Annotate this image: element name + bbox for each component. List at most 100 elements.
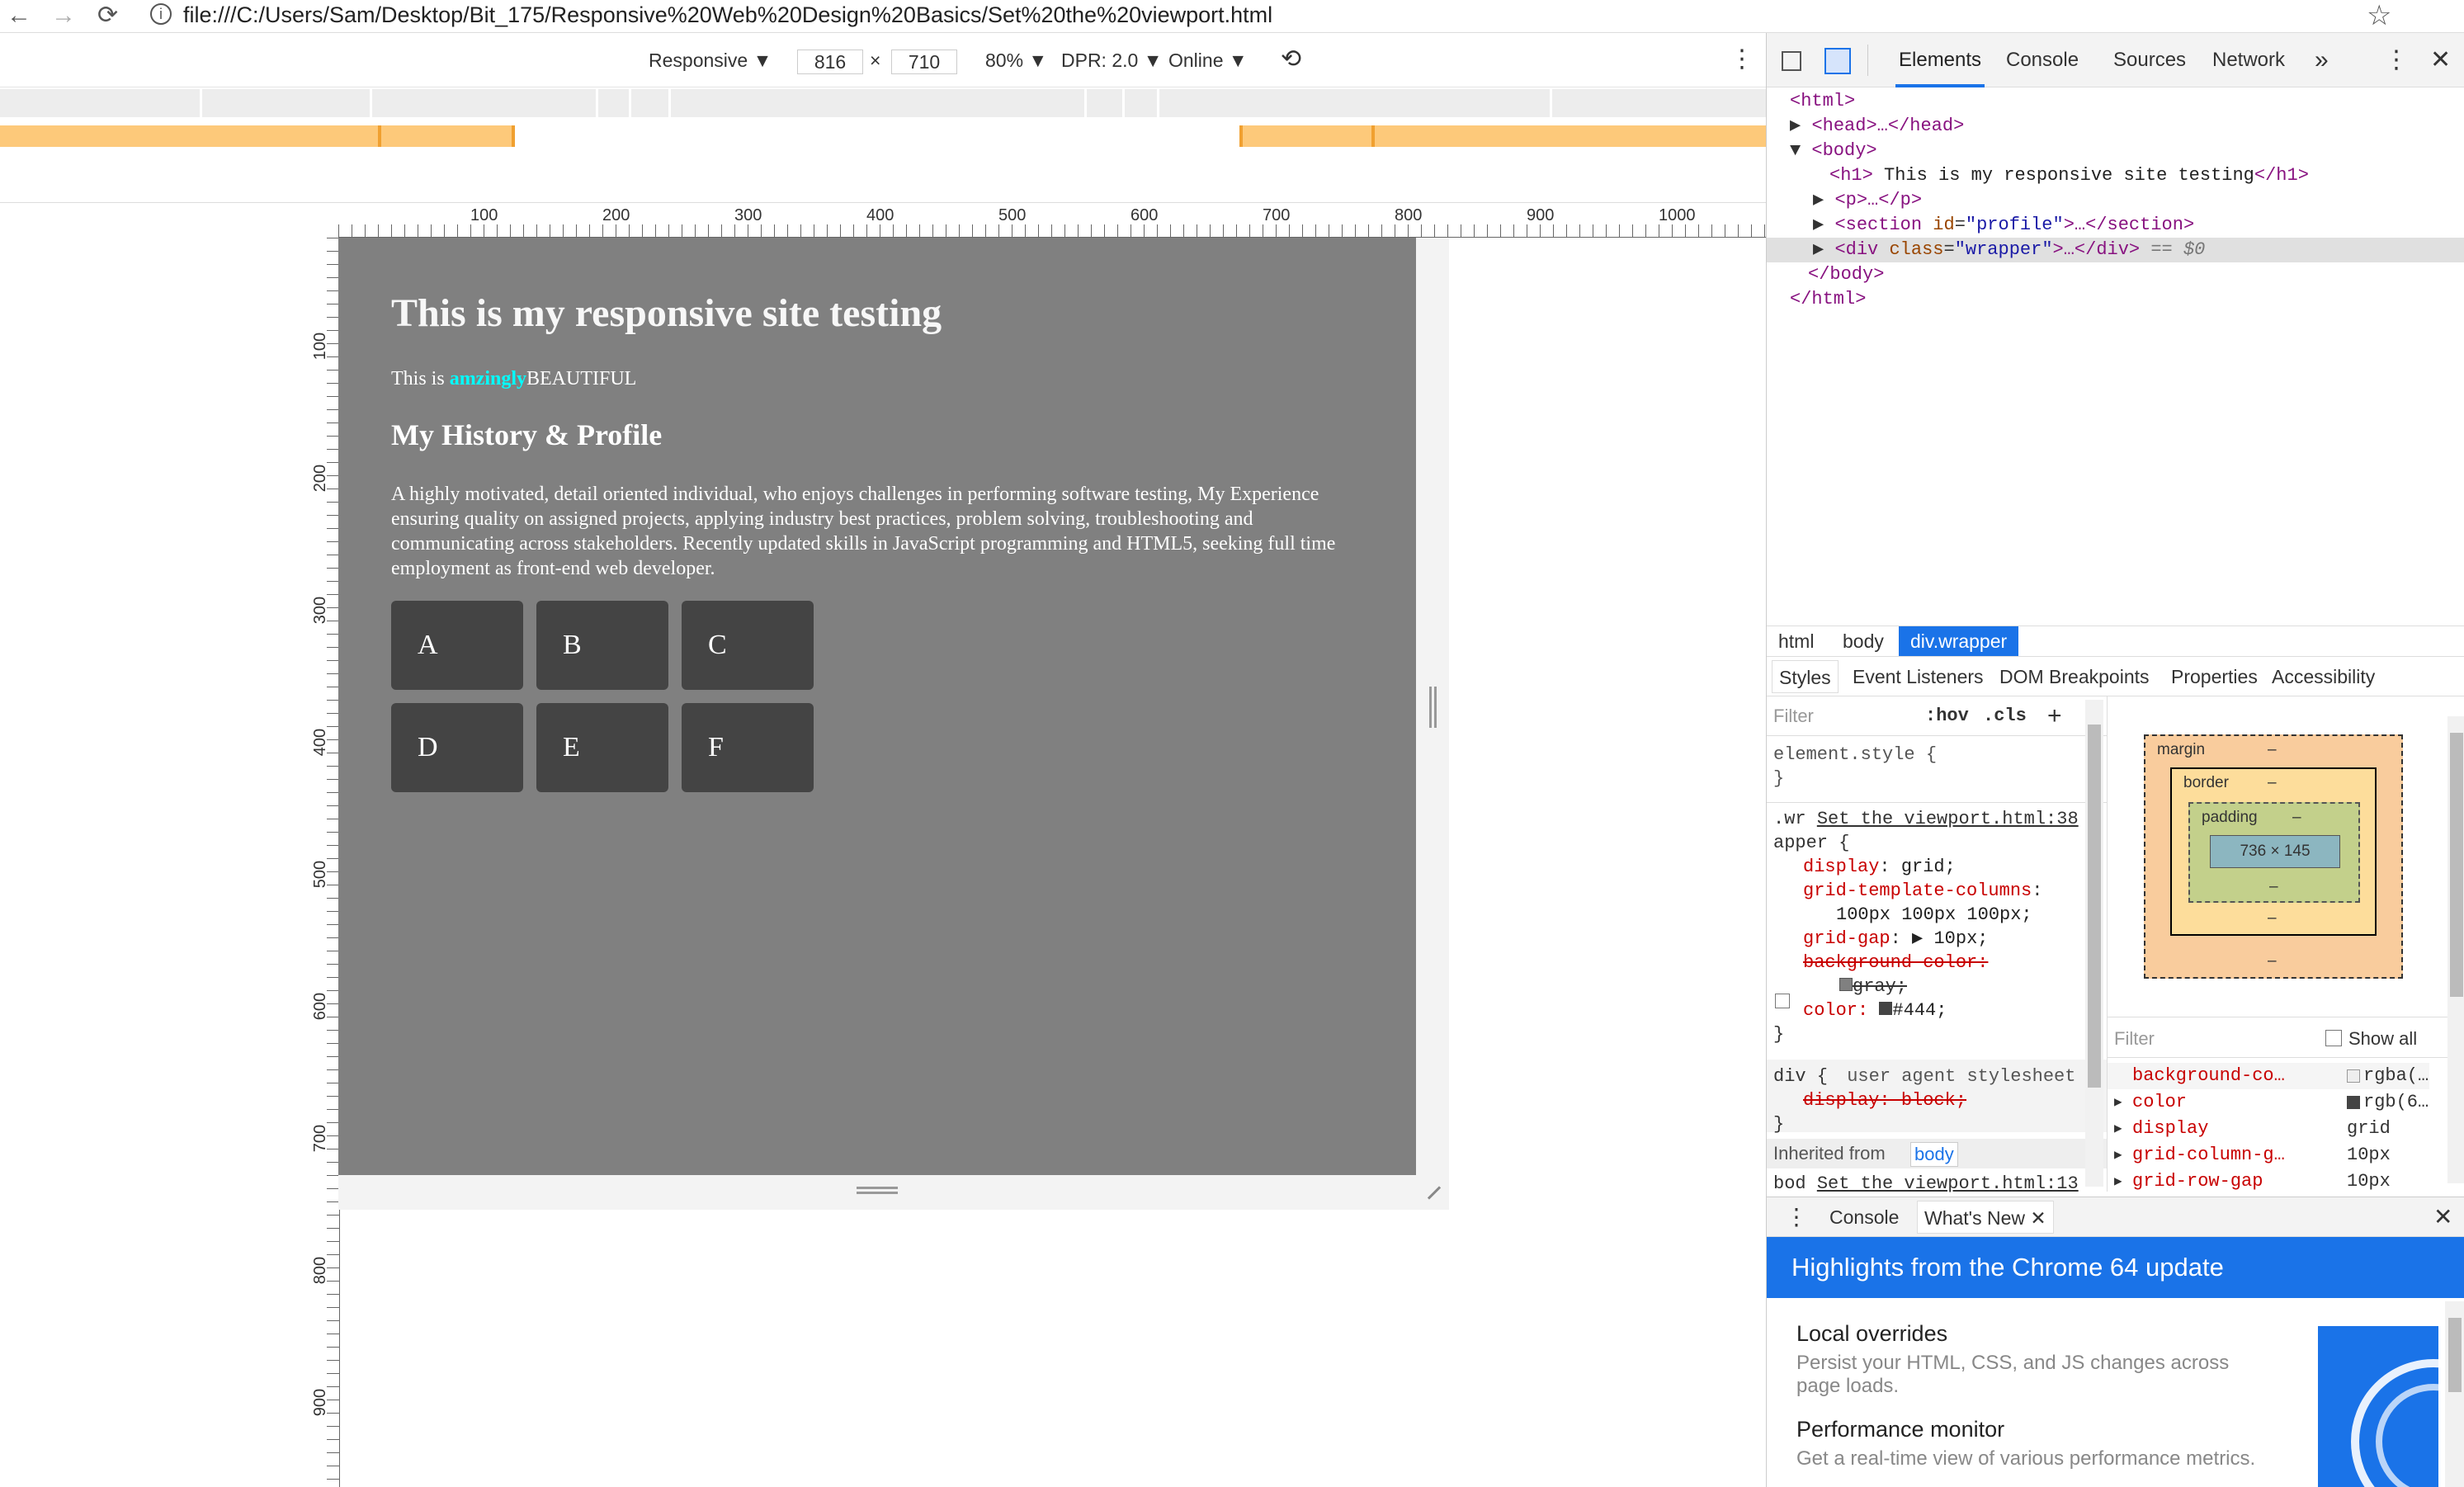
ruler-label: 100 — [311, 332, 330, 361]
more-options-icon[interactable]: ⋮ — [1730, 45, 1754, 73]
viewport-bottom-resize-area[interactable] — [338, 1175, 1449, 1210]
emulated-viewport[interactable]: This is my responsive site testing This … — [338, 238, 1416, 1175]
reload-button[interactable]: ⟳ — [97, 0, 118, 33]
color-swatch-gray[interactable] — [1839, 978, 1853, 991]
computed-filter-input[interactable]: Filter — [2114, 1020, 2155, 1058]
hover-state-toggle[interactable]: :hov — [1925, 696, 1969, 736]
element-style-rule[interactable]: element.style {} — [1773, 743, 1937, 791]
box-margin[interactable]: margin – – border – – padding – – 736 × … — [2144, 734, 2403, 979]
tab-console[interactable]: Console — [2006, 33, 2079, 87]
close-devtools-icon[interactable]: ✕ — [2430, 33, 2451, 87]
ruler-label: 200 — [602, 206, 630, 224]
show-all-checkbox[interactable] — [2325, 1030, 2342, 1046]
styles-pane: Filter :hov .cls + element.style {} .wr … — [1767, 696, 2107, 1194]
styles-scrollbar[interactable] — [2085, 700, 2103, 1187]
url-text[interactable]: file:///C:/Users/Sam/Desktop/Bit_175/Res… — [183, 0, 1272, 30]
dom-node-selected[interactable]: ▶ <div class="wrapper">…</div> == $0 — [1767, 238, 2464, 262]
address-bar[interactable]: i file:///C:/Users/Sam/Desktop/Bit_175/R… — [140, 0, 2464, 33]
subtab-event-listeners[interactable]: Event Listeners — [1853, 657, 1984, 696]
wrapper-rule[interactable]: .wr Set the viewport.html:38 apper { dis… — [1773, 807, 2079, 1046]
breadcrumb-html[interactable]: html — [1767, 626, 1825, 656]
grid-tile: D — [391, 703, 523, 792]
rule-source-link[interactable]: Set the viewport.html:38 — [1817, 809, 2079, 829]
whats-new-item[interactable]: Local overrides Persist your HTML, CSS, … — [1796, 1321, 2259, 1398]
breadcrumb-body[interactable]: body — [1831, 626, 1895, 656]
whats-new-item[interactable]: Performance monitor Get a real-time view… — [1796, 1417, 2259, 1487]
bookmark-star-icon[interactable]: ☆ — [2367, 0, 2391, 33]
dom-node[interactable]: ▶ <head>…</head> — [1767, 114, 2464, 139]
subtab-accessibility[interactable]: Accessibility — [2272, 657, 2375, 696]
info-icon[interactable]: i — [150, 3, 172, 25]
emulation-background — [0, 147, 1766, 203]
user-agent-rule[interactable]: div { user agent stylesheet display: blo… — [1767, 1060, 2107, 1135]
close-tab-icon[interactable]: ✕ — [2030, 1207, 2046, 1229]
dpr-select[interactable]: DPR: 2.0 ▼ — [1061, 50, 1162, 72]
more-tabs-icon[interactable]: » — [2315, 33, 2329, 87]
zoom-select[interactable]: 80% ▼ — [985, 50, 1047, 72]
drawer-tab-whats-new[interactable]: What's New ✕ — [1917, 1201, 2054, 1234]
close-drawer-icon[interactable]: ✕ — [2433, 1197, 2452, 1237]
computed-row[interactable]: background-co… rgba(… — [2108, 1063, 2429, 1089]
media-query-bar-orange-right[interactable] — [1239, 125, 1766, 147]
dom-node[interactable]: ▶ <p>…</p> — [1767, 188, 2464, 213]
viewport-width-input[interactable]: 816 — [797, 50, 863, 74]
breadcrumb-div-wrapper[interactable]: div.wrapper — [1899, 626, 2019, 656]
dom-node[interactable]: <h1> This is my responsive site testing<… — [1767, 163, 2464, 188]
computed-row[interactable]: ▶ grid-row-gap 10px — [2108, 1168, 2429, 1195]
media-query-marker — [512, 125, 515, 147]
box-model-scrollbar[interactable] — [2447, 716, 2464, 1183]
back-button[interactable]: ← — [7, 0, 31, 33]
device-mode-select[interactable]: Responsive ▼ — [649, 50, 772, 72]
new-rule-icon[interactable]: + — [2047, 696, 2062, 736]
ruler-label: 900 — [1527, 206, 1555, 224]
ruler-label: 400 — [311, 728, 330, 757]
dom-node[interactable]: </html> — [1767, 287, 2464, 312]
computed-row[interactable]: ▶ grid-column-g… 10px — [2108, 1142, 2429, 1168]
dom-tree[interactable]: <html> ▶ <head>…</head> ▼ <body> <h1> Th… — [1767, 89, 2464, 312]
media-query-separator — [668, 89, 671, 117]
dom-node[interactable]: ▼ <body> — [1767, 139, 2464, 163]
inherited-body-link[interactable]: body — [1910, 1142, 1958, 1167]
resize-corner-icon[interactable] — [1427, 1186, 1442, 1200]
network-throttle-select[interactable]: Online ▼ — [1168, 50, 1248, 72]
box-content[interactable]: 736 × 145 — [2210, 835, 2340, 868]
box-border[interactable]: border – – padding – – 736 × 145 — [2170, 767, 2377, 936]
horizontal-ruler: 100 200 300 400 500 600 700 800 900 1000 — [338, 203, 1766, 238]
class-toggle[interactable]: .cls — [1983, 696, 2027, 736]
grid-tile: B — [536, 601, 668, 690]
property-checkbox[interactable] — [1775, 994, 1790, 1008]
device-toolbar: Responsive ▼ 816 × 710 80% ▼ DPR: 2.0 ▼ … — [0, 33, 1766, 87]
drawer-tab-console[interactable]: Console — [1829, 1197, 1899, 1237]
viewport-height-input[interactable]: 710 — [891, 50, 957, 74]
computed-row[interactable]: ▶ display grid — [2108, 1116, 2429, 1142]
device-toggle-icon[interactable] — [1824, 48, 1851, 74]
inspect-element-icon[interactable] — [1782, 51, 1801, 71]
subtab-properties[interactable]: Properties — [2171, 657, 2258, 696]
subtab-dom-breakpoints[interactable]: DOM Breakpoints — [1999, 657, 2150, 696]
disabled-property[interactable]: background-color: — [1803, 952, 1988, 973]
dom-node[interactable]: <html> — [1767, 89, 2464, 114]
media-query-bar-gray[interactable] — [0, 89, 1766, 117]
intro-text: This is amzinglyBEAUTIFUL — [391, 368, 636, 390]
devtools-menu-icon[interactable]: ⋮ — [2384, 33, 2409, 87]
box-model-pane: margin – – border – – padding – – 736 × … — [2107, 696, 2464, 1192]
body-rule[interactable]: bod Set the viewport.html:13 — [1773, 1172, 2079, 1196]
tab-network[interactable]: Network — [2212, 33, 2285, 87]
tab-elements[interactable]: Elements — [1895, 33, 1985, 87]
devtools-panel: Elements Console Sources Network » ⋮ ✕ <… — [1766, 33, 2464, 1487]
box-padding[interactable]: padding – – 736 × 145 — [2188, 802, 2360, 903]
forward-button[interactable]: → — [51, 0, 76, 33]
subtab-styles[interactable]: Styles — [1772, 660, 1839, 693]
computed-row[interactable]: ▶ color rgb(6… — [2108, 1089, 2429, 1116]
drawer-scrollbar[interactable] — [2445, 1301, 2464, 1487]
color-swatch-444[interactable] — [1879, 1002, 1893, 1015]
styles-filter-input[interactable]: Filter — [1773, 696, 1814, 736]
tab-sources[interactable]: Sources — [2113, 33, 2186, 87]
drawer-menu-icon[interactable]: ⋮ — [1785, 1197, 1808, 1237]
dom-node[interactable]: ▶ <section id="profile">…</section> — [1767, 213, 2464, 238]
media-query-bar-orange-left[interactable] — [0, 125, 515, 147]
dom-node[interactable]: </body> — [1767, 262, 2464, 287]
rotate-icon[interactable]: ⟲ — [1281, 45, 1301, 73]
viewport-right-resize-area[interactable] — [1416, 238, 1449, 1210]
ruler-label: 700 — [1263, 206, 1291, 224]
